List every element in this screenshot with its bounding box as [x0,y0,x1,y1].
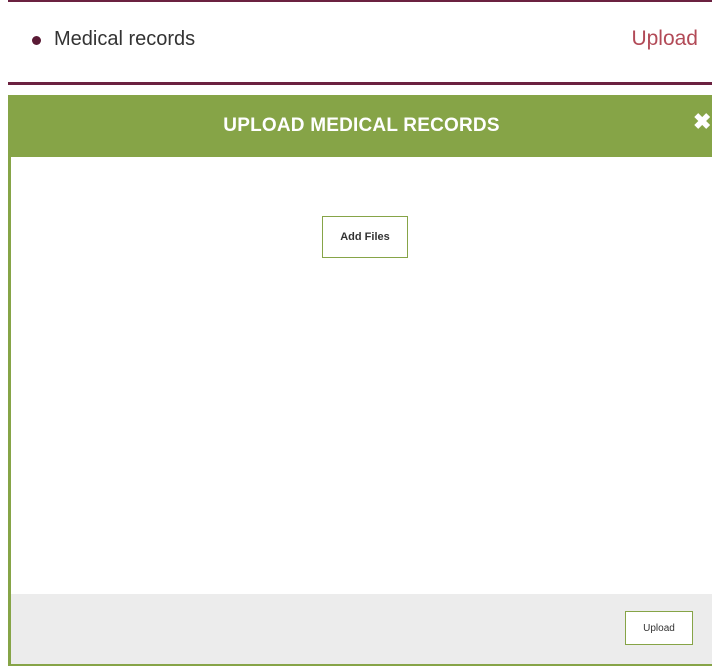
upload-button[interactable]: Upload [625,611,693,645]
upload-link[interactable]: Upload [631,27,698,51]
upload-modal: UPLOAD MEDICAL RECORDS ✖ Add Files Uploa… [8,95,712,666]
page: Medical records Upload UPLOAD MEDICAL RE… [0,0,712,668]
divider-bottom [8,82,712,85]
modal-header: UPLOAD MEDICAL RECORDS ✖ [8,95,712,157]
modal-footer: Upload [11,594,712,664]
medical-records-label: Medical records [54,28,196,50]
modal-body: Add Files [11,157,712,594]
bullet-icon [32,36,41,45]
close-icon[interactable]: ✖ [693,111,711,133]
modal-title: UPLOAD MEDICAL RECORDS [223,115,500,136]
add-files-button[interactable]: Add Files [322,216,408,258]
medical-records-row: Medical records Upload [8,2,712,82]
